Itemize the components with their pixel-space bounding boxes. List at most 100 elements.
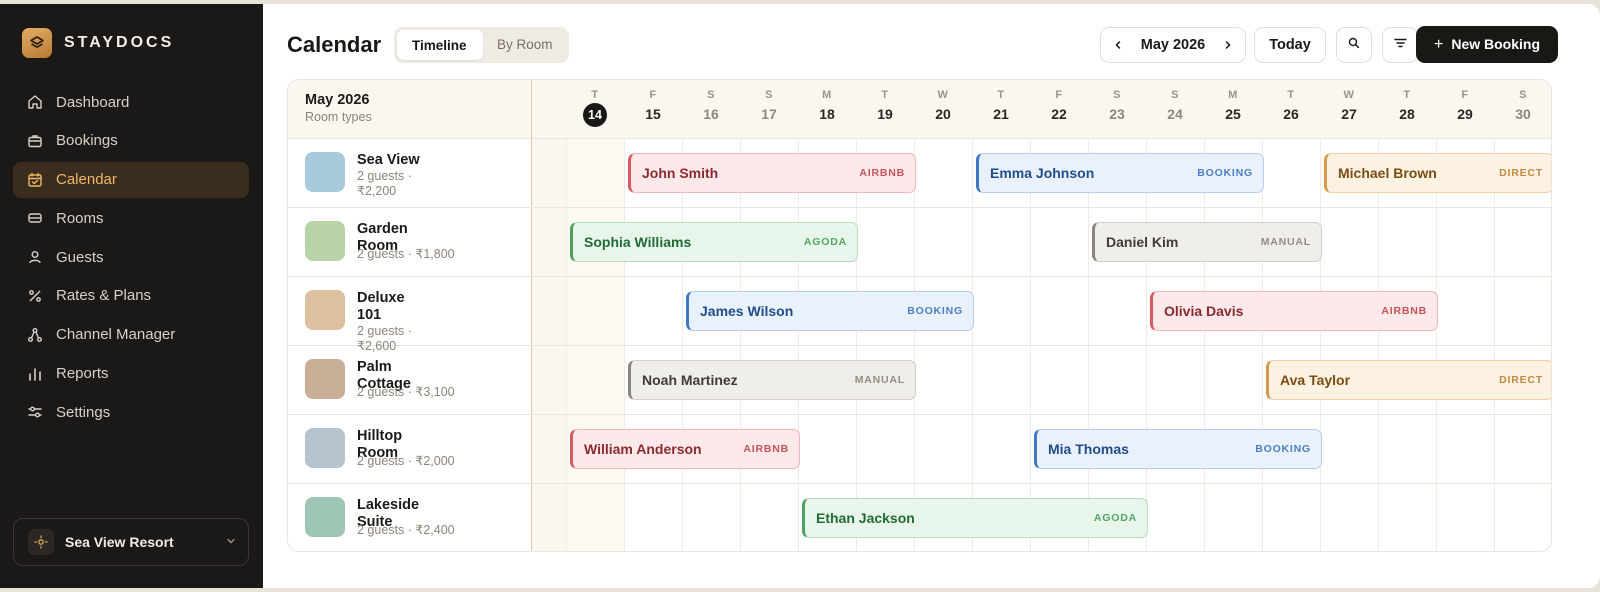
booking-bar[interactable]: Mia Thomas BOOKING bbox=[1034, 429, 1322, 469]
booking-source: AGODA bbox=[803, 236, 847, 248]
booking-source: BOOKING bbox=[1197, 167, 1253, 179]
property-name: Sea View Resort bbox=[65, 534, 174, 550]
new-booking-button[interactable]: + New Booking bbox=[1416, 26, 1558, 63]
day-column-header[interactable]: W 27 bbox=[1320, 80, 1378, 139]
booking-bar[interactable]: Daniel Kim MANUAL bbox=[1092, 222, 1322, 262]
day-column-header[interactable]: T 26 bbox=[1262, 80, 1320, 139]
layers-icon bbox=[22, 28, 52, 58]
sidebar-item-guests[interactable]: Guests bbox=[13, 239, 249, 275]
sidebar-item-label: Rooms bbox=[56, 209, 104, 227]
day-column-header[interactable]: T 28 bbox=[1378, 80, 1436, 139]
property-switcher[interactable]: Sea View Resort bbox=[13, 518, 249, 566]
sidebar-item-calendar[interactable]: Calendar bbox=[13, 161, 249, 198]
today-button[interactable]: Today bbox=[1254, 27, 1326, 63]
day-column-header[interactable]: T 19 bbox=[856, 80, 914, 139]
booking-bar[interactable]: Olivia Davis AIRBNB bbox=[1150, 291, 1438, 331]
booking-guest: Ethan Jackson bbox=[816, 510, 915, 526]
room-cell[interactable]: Sea View 2 guests · ₹2,200 bbox=[288, 139, 532, 207]
day-number: 22 bbox=[1051, 106, 1067, 122]
booking-guest: Ava Taylor bbox=[1280, 372, 1351, 388]
day-of-week: T bbox=[997, 89, 1005, 101]
sidebar-item-label: Settings bbox=[56, 403, 111, 421]
booking-source: MANUAL bbox=[854, 374, 905, 386]
sidebar-item-rooms[interactable]: Rooms bbox=[13, 200, 249, 236]
booking-bar[interactable]: William Anderson AIRBNB bbox=[570, 429, 800, 469]
room-details: 2 guests · ₹3,100 bbox=[357, 385, 455, 399]
day-of-week: S bbox=[1171, 89, 1179, 101]
grid-subtitle: Room types bbox=[305, 110, 372, 124]
booking-bar[interactable]: James Wilson BOOKING bbox=[686, 291, 974, 331]
day-column-header[interactable]: S 17 bbox=[740, 80, 798, 139]
month-navigator: May 2026 bbox=[1100, 27, 1246, 63]
day-column-header[interactable]: F 29 bbox=[1436, 80, 1494, 139]
booking-bar[interactable]: Ava Taylor DIRECT bbox=[1266, 360, 1551, 400]
booking-guest: Mia Thomas bbox=[1048, 441, 1129, 457]
day-number: 16 bbox=[703, 106, 719, 122]
day-column-header[interactable]: F 15 bbox=[624, 80, 682, 139]
day-number: 29 bbox=[1457, 106, 1473, 122]
user-icon bbox=[27, 249, 56, 265]
room-row: Hilltop Room 2 guests · ₹2,000 bbox=[288, 415, 1551, 484]
day-column-header[interactable]: S 24 bbox=[1146, 80, 1204, 139]
booking-bar[interactable]: Ethan Jackson AGODA bbox=[802, 498, 1148, 538]
room-thumbnail bbox=[305, 428, 345, 468]
room-cell[interactable]: Lakeside Suite 2 guests · ₹2,400 bbox=[288, 484, 532, 551]
brand[interactable]: STAYDOCS bbox=[22, 28, 174, 58]
booking-bar[interactable]: Michael Brown DIRECT bbox=[1324, 153, 1551, 193]
day-column-header[interactable]: S 16 bbox=[682, 80, 740, 139]
day-number: 24 bbox=[1167, 106, 1183, 122]
sidebar-item-settings[interactable]: Settings bbox=[13, 394, 249, 430]
room-cell[interactable]: Hilltop Room 2 guests · ₹2,000 bbox=[288, 415, 532, 483]
room-cell[interactable]: Garden Room 2 guests · ₹1,800 bbox=[288, 208, 532, 276]
day-column-header[interactable]: W 20 bbox=[914, 80, 972, 139]
booking-bar[interactable]: John Smith AIRBNB bbox=[628, 153, 916, 193]
booking-guest: James Wilson bbox=[700, 303, 794, 319]
sidebar-item-reports[interactable]: Reports bbox=[13, 356, 249, 392]
sidebar-item-label: Bookings bbox=[56, 132, 118, 150]
room-details: 2 guests · ₹1,800 bbox=[357, 247, 455, 261]
day-column-header[interactable]: M 25 bbox=[1204, 80, 1262, 139]
day-column-header[interactable]: S 30 bbox=[1494, 80, 1551, 139]
filter-button[interactable] bbox=[1382, 27, 1418, 63]
booking-guest: Daniel Kim bbox=[1106, 234, 1179, 250]
day-number: 14 bbox=[583, 103, 607, 127]
room-cell[interactable]: Palm Cottage 2 guests · ₹3,100 bbox=[288, 346, 532, 414]
tab-timeline[interactable]: Timeline bbox=[397, 30, 483, 60]
tab-by-room[interactable]: By Room bbox=[483, 30, 563, 60]
chevron-right-icon[interactable] bbox=[1221, 38, 1235, 52]
day-column-header[interactable]: M 18 bbox=[798, 80, 856, 139]
chevron-left-icon[interactable] bbox=[1111, 38, 1125, 52]
day-number: 21 bbox=[993, 106, 1009, 122]
day-column-header[interactable]: T 14 bbox=[566, 80, 624, 139]
room-cell[interactable]: Deluxe 101 2 guests · ₹2,600 bbox=[288, 277, 532, 353]
sidebar-item-bookings[interactable]: Bookings bbox=[13, 123, 249, 159]
day-header: T 14 F 15 S 16 S 17 M 18 T 19 W 20 T 21 F 22 S 23 S 24 M 25 T 26 W… bbox=[532, 80, 1551, 139]
room-details: 2 guests · ₹2,000 bbox=[357, 454, 455, 468]
day-column-header[interactable]: S 23 bbox=[1088, 80, 1146, 139]
booking-guest: Noah Martinez bbox=[642, 372, 738, 388]
booking-bar[interactable]: Sophia Williams AGODA bbox=[570, 222, 858, 262]
day-column-header[interactable]: T 21 bbox=[972, 80, 1030, 139]
booking-source: DIRECT bbox=[1499, 167, 1543, 179]
booking-source: DIRECT bbox=[1499, 374, 1543, 386]
booking-bar[interactable]: Noah Martinez MANUAL bbox=[628, 360, 916, 400]
room-name: Deluxe 101 bbox=[357, 290, 405, 323]
day-of-week: S bbox=[1113, 89, 1121, 101]
day-number: 19 bbox=[877, 106, 893, 122]
booking-bar[interactable]: Emma Johnson BOOKING bbox=[976, 153, 1264, 193]
booking-guest: Michael Brown bbox=[1338, 165, 1437, 181]
sidebar-item-rates-plans[interactable]: Rates & Plans bbox=[13, 278, 249, 314]
booking-source: AIRBNB bbox=[859, 167, 905, 179]
column-divider bbox=[1088, 139, 1089, 551]
grid-month: May 2026 bbox=[305, 92, 370, 108]
search-button[interactable] bbox=[1336, 27, 1372, 63]
room-details: 2 guests · ₹2,200 bbox=[357, 169, 412, 198]
day-number: 15 bbox=[645, 106, 661, 122]
search-icon bbox=[1348, 37, 1360, 53]
day-column-header[interactable]: F 22 bbox=[1030, 80, 1088, 139]
sidebar-item-label: Channel Manager bbox=[56, 326, 176, 344]
sidebar-item-dashboard[interactable]: Dashboard bbox=[13, 84, 249, 120]
calendar-icon bbox=[27, 172, 56, 188]
sidebar-item-channel-manager[interactable]: Channel Manager bbox=[13, 317, 249, 353]
booking-source: AGODA bbox=[1093, 512, 1137, 524]
